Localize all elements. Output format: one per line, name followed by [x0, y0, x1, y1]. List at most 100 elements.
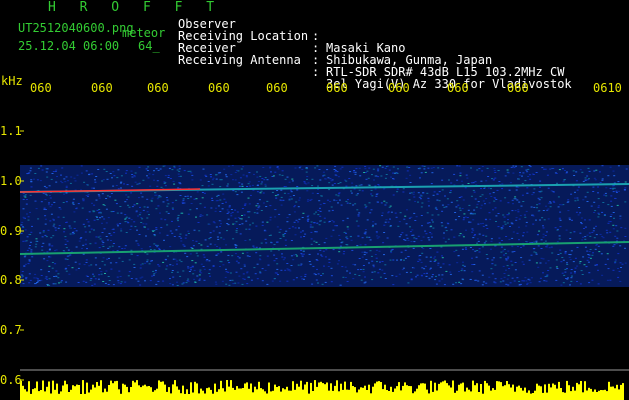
- level-bar: [142, 385, 144, 400]
- noise-speck: [309, 224, 312, 226]
- noise-speck: [443, 206, 446, 208]
- level-bar: [254, 386, 256, 400]
- noise-speck: [619, 262, 622, 264]
- noise-speck: [310, 238, 313, 240]
- noise-speck: [29, 234, 32, 235]
- level-bar: [366, 390, 368, 400]
- noise-speck: [594, 179, 597, 181]
- noise-speck: [376, 261, 378, 263]
- noise-speck: [334, 165, 337, 167]
- noise-speck: [478, 168, 481, 170]
- noise-speck: [128, 259, 131, 261]
- noise-speck: [120, 281, 123, 283]
- noise-speck: [582, 180, 585, 182]
- level-bar: [196, 383, 198, 400]
- noise-speck: [157, 280, 160, 282]
- noise-speck: [526, 283, 529, 285]
- noise-speck: [413, 191, 415, 193]
- noise-speck: [614, 259, 617, 261]
- noise-speck: [378, 236, 381, 238]
- noise-speck: [376, 235, 379, 237]
- noise-speck: [256, 209, 259, 210]
- noise-speck: [365, 205, 368, 207]
- level-bar: [618, 389, 620, 400]
- level-bar: [186, 389, 188, 400]
- noise-speck: [71, 202, 74, 204]
- noise-speck: [494, 278, 497, 280]
- noise-speck: [609, 187, 612, 189]
- noise-speck: [116, 276, 119, 278]
- noise-speck: [35, 208, 38, 210]
- noise-speck: [138, 197, 140, 199]
- noise-speck: [307, 199, 310, 201]
- noise-speck: [133, 267, 136, 268]
- noise-speck: [199, 278, 202, 280]
- noise-speck: [178, 236, 181, 238]
- noise-speck: [310, 243, 313, 245]
- noise-speck: [306, 219, 309, 221]
- level-bar: [494, 389, 496, 400]
- noise-speck: [478, 251, 481, 253]
- noise-speck: [409, 271, 412, 273]
- noise-speck: [301, 230, 304, 232]
- level-bar: [258, 381, 260, 400]
- level-bar: [170, 393, 172, 400]
- noise-speck: [225, 174, 227, 176]
- noise-speck: [566, 262, 568, 264]
- noise-speck: [266, 221, 269, 223]
- info-label: Receiving Antenna: [178, 53, 301, 67]
- noise-speck: [306, 200, 309, 202]
- noise-speck: [364, 244, 367, 246]
- noise-speck: [366, 236, 368, 238]
- noise-speck: [241, 252, 244, 254]
- noise-speck: [429, 248, 432, 249]
- noise-speck: [146, 261, 149, 263]
- noise-speck: [358, 189, 361, 191]
- noise-speck: [82, 223, 85, 225]
- noise-speck: [336, 171, 339, 173]
- noise-speck: [85, 170, 88, 172]
- noise-speck: [191, 260, 194, 262]
- noise-speck: [281, 253, 283, 255]
- noise-speck: [624, 236, 627, 237]
- noise-speck: [96, 216, 99, 218]
- noise-speck: [317, 214, 320, 216]
- noise-speck: [375, 195, 378, 197]
- noise-speck: [128, 271, 131, 273]
- noise-speck: [208, 260, 211, 262]
- noise-speck: [500, 227, 503, 228]
- noise-speck: [167, 174, 170, 176]
- noise-speck: [259, 272, 262, 274]
- noise-speck: [473, 191, 476, 193]
- noise-speck: [423, 168, 426, 170]
- noise-speck: [313, 222, 316, 224]
- noise-speck: [575, 180, 578, 182]
- noise-speck: [110, 268, 113, 270]
- noise-speck: [57, 277, 60, 279]
- noise-speck: [585, 266, 588, 268]
- noise-speck: [163, 183, 166, 184]
- noise-speck: [368, 262, 370, 264]
- noise-speck: [613, 175, 616, 177]
- noise-speck: [481, 274, 484, 276]
- level-bar: [576, 382, 578, 400]
- noise-speck: [298, 167, 301, 169]
- noise-speck: [414, 220, 417, 221]
- level-bar: [226, 380, 228, 400]
- noise-speck: [432, 194, 435, 196]
- noise-speck: [583, 264, 586, 266]
- noise-speck: [526, 241, 529, 243]
- noise-speck: [435, 208, 438, 210]
- noise-speck: [614, 197, 617, 199]
- noise-speck: [550, 190, 553, 192]
- noise-speck: [420, 215, 423, 216]
- noise-speck: [235, 260, 238, 262]
- noise-speck: [480, 180, 483, 182]
- noise-speck: [371, 195, 374, 197]
- noise-speck: [286, 217, 289, 218]
- level-bar: [202, 390, 204, 400]
- noise-speck: [293, 211, 296, 213]
- noise-speck: [191, 179, 194, 181]
- noise-speck: [136, 255, 139, 257]
- noise-speck: [83, 264, 86, 266]
